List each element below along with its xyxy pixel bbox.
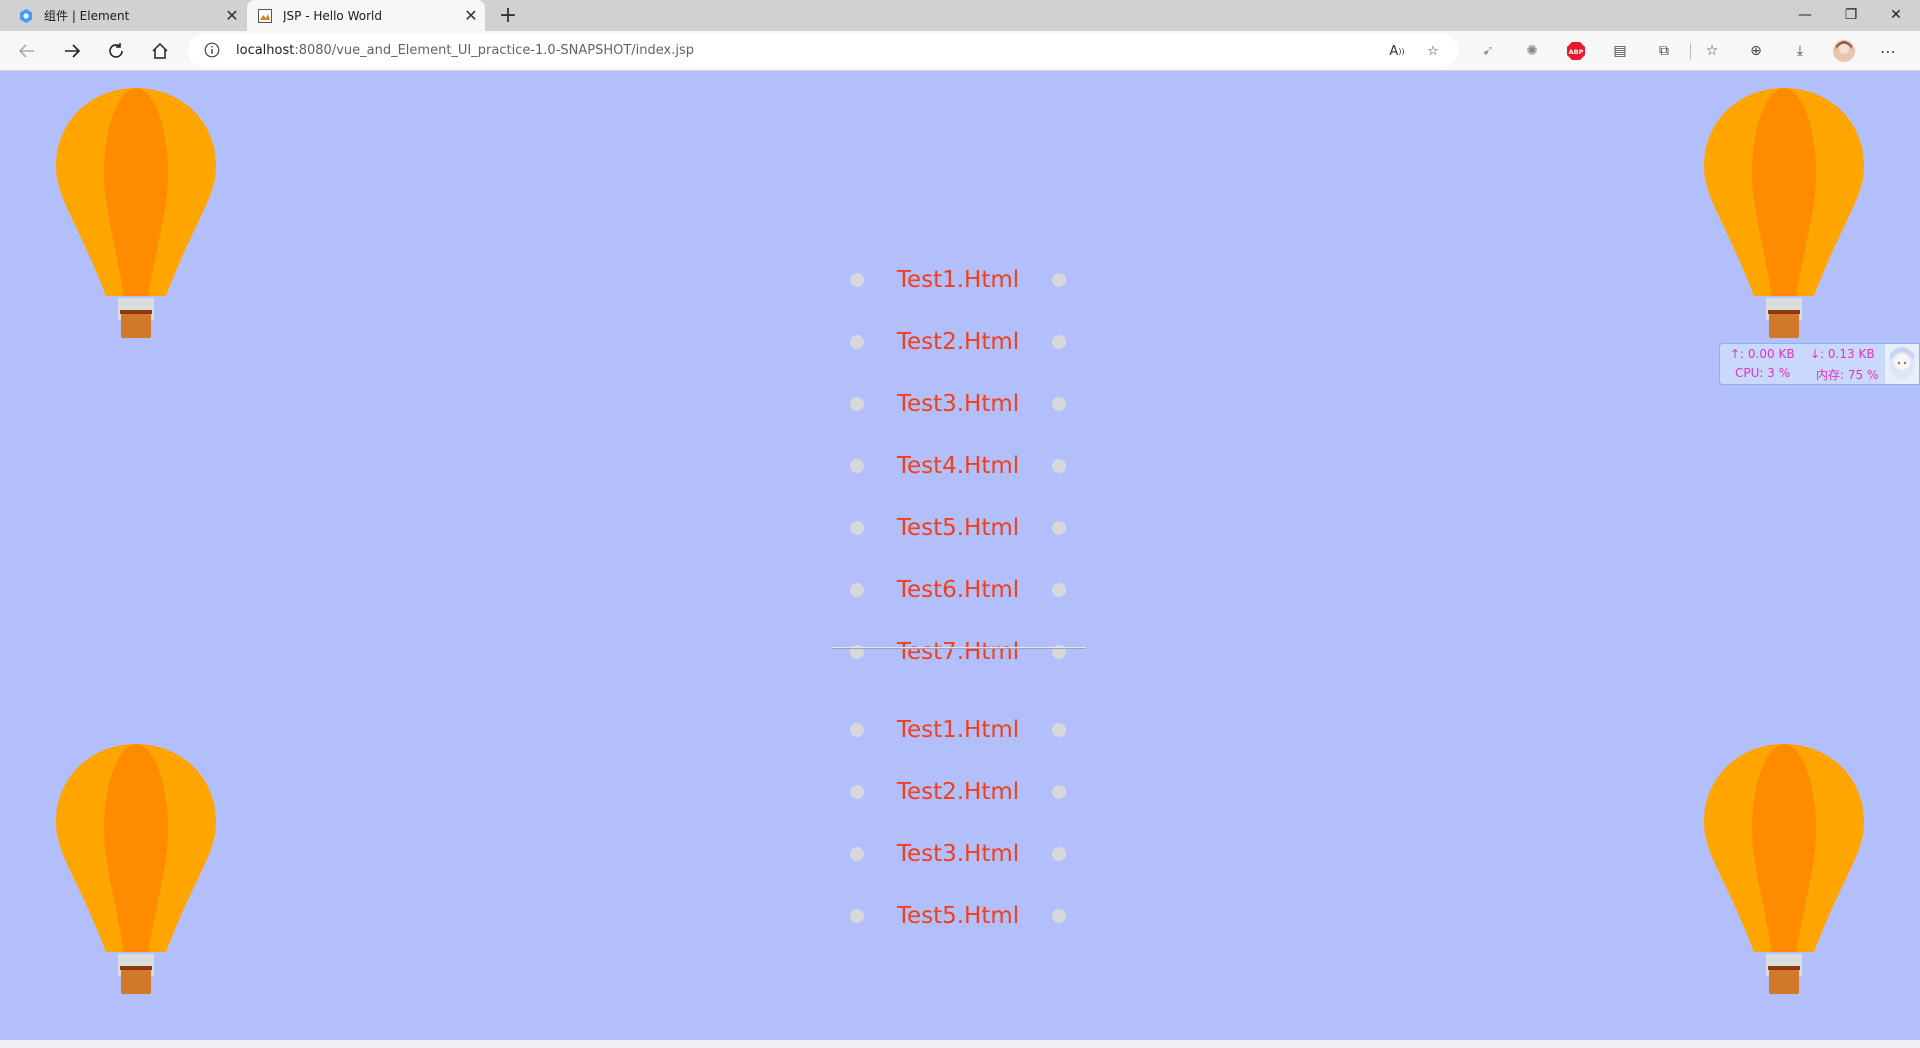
link-test2[interactable]: Test2.Html	[897, 779, 1019, 805]
toolbar-separator	[1690, 43, 1691, 59]
link-test5[interactable]: Test5.Html	[897, 903, 1019, 929]
bullet-dot	[1052, 335, 1066, 349]
bullet-dot	[850, 847, 864, 861]
list-item: Test3.Html	[830, 823, 1086, 885]
page-content: Test1.Html Test2.Html Test3.Html Test4.H…	[0, 71, 1920, 1040]
link-list-secondary: Test1.Html Test2.Html Test3.Html Test5.H…	[830, 699, 1086, 947]
close-tab-icon[interactable]: ✕	[218, 6, 246, 25]
arrow-left-icon	[18, 44, 34, 58]
hot-air-balloon-icon	[1704, 744, 1864, 994]
link-test5[interactable]: Test5.Html	[897, 515, 1019, 541]
profile-avatar[interactable]	[1832, 39, 1856, 63]
bullet-dot	[850, 335, 864, 349]
close-window-button[interactable]: ✕	[1874, 0, 1918, 31]
link-test4[interactable]: Test4.Html	[897, 453, 1019, 479]
bullet-dot	[1052, 847, 1066, 861]
info-icon[interactable]	[204, 42, 220, 58]
extension-notes-icon[interactable]: ▤	[1608, 39, 1632, 63]
list-item: Test1.Html	[830, 699, 1086, 761]
bullet-dot	[1052, 583, 1066, 597]
list-item: Test5.Html	[830, 497, 1086, 559]
tab-title: JSP - Hello World	[283, 8, 382, 23]
upload-speed: ↑: 0.00 KB	[1730, 347, 1795, 361]
bullet-dot	[1052, 723, 1066, 737]
cpu-usage: CPU: 3 %	[1735, 366, 1791, 380]
list-item: Test6.Html	[830, 559, 1086, 621]
list-item: Test4.Html	[830, 435, 1086, 497]
close-tab-icon[interactable]: ✕	[457, 6, 485, 25]
bullet-dot	[1052, 397, 1066, 411]
link-test6[interactable]: Test6.Html	[897, 577, 1019, 603]
extension-bird-icon[interactable]: ➹	[1476, 39, 1500, 63]
downloads-icon[interactable]: ⤓	[1788, 39, 1812, 63]
bullet-dot	[1052, 785, 1066, 799]
address-bar[interactable]: localhost:8080/vue_and_Element_UI_practi…	[188, 34, 1458, 67]
hot-air-balloon-icon	[1704, 88, 1864, 338]
collections-icon[interactable]: ⊕	[1744, 39, 1768, 63]
bullet-dot	[1052, 273, 1066, 287]
bullet-dot	[850, 459, 864, 473]
home-button[interactable]	[145, 36, 175, 66]
bullet-dot	[1052, 459, 1066, 473]
url-host: localhost	[236, 43, 295, 58]
bullet-dot	[850, 785, 864, 799]
link-test2[interactable]: Test2.Html	[897, 329, 1019, 355]
link-test3[interactable]: Test3.Html	[897, 391, 1019, 417]
extension-gear-icon[interactable]: ✺	[1520, 39, 1544, 63]
download-speed: ↓: 0.13 KB	[1810, 347, 1875, 361]
extensions-puzzle-icon[interactable]: ⧉	[1652, 39, 1676, 63]
url-path: :8080/vue_and_Element_UI_practice-1.0-SN…	[294, 43, 695, 58]
restore-button[interactable]: ❐	[1829, 0, 1873, 31]
url-text[interactable]: localhost:8080/vue_and_Element_UI_practi…	[236, 34, 694, 67]
more-menu-icon[interactable]: ⋯	[1876, 39, 1900, 63]
new-tab-button[interactable]: +	[494, 3, 522, 29]
forward-button[interactable]	[57, 36, 87, 66]
element-logo-icon	[18, 8, 34, 24]
bullet-dot	[850, 521, 864, 535]
back-button[interactable]	[12, 36, 42, 66]
tab-element[interactable]: 组件 | Element ✕	[0, 0, 246, 31]
link-test7[interactable]: Test7.Html	[897, 639, 1019, 665]
hot-air-balloon-icon	[56, 744, 216, 994]
add-favorite-icon[interactable]: ☆	[1422, 40, 1444, 62]
list-item: Test5.Html	[830, 885, 1086, 947]
bullet-dot	[1052, 521, 1066, 535]
hot-air-balloon-icon	[56, 88, 216, 338]
bullet-dot	[850, 273, 864, 287]
arrow-right-icon	[65, 44, 81, 58]
browser-toolbar: localhost:8080/vue_and_Element_UI_practi…	[0, 31, 1920, 71]
tab-strip: 组件 | Element ✕ JSP - Hello World ✕ + — ❐…	[0, 0, 1920, 31]
jsp-page-icon	[257, 8, 273, 24]
minimize-button[interactable]: —	[1783, 0, 1827, 31]
list-item: Test2.Html	[830, 311, 1086, 373]
link-test1[interactable]: Test1.Html	[897, 267, 1019, 293]
list-item: Test3.Html	[830, 373, 1086, 435]
refresh-icon	[109, 43, 123, 58]
section-divider	[832, 647, 1086, 649]
favorites-icon[interactable]: ☆	[1700, 39, 1724, 63]
memory-usage: 内存: 75 %	[1816, 368, 1879, 382]
read-aloud-icon[interactable]: A))	[1386, 40, 1408, 62]
anime-avatar-icon	[1885, 344, 1919, 384]
home-icon	[152, 42, 168, 59]
system-monitor-widget[interactable]: ↑: 0.00 KB ↓: 0.13 KB CPU: 3 % 内存: 75 %	[1719, 343, 1920, 385]
list-item: Test2.Html	[830, 761, 1086, 823]
link-test1[interactable]: Test1.Html	[897, 717, 1019, 743]
link-test3[interactable]: Test3.Html	[897, 841, 1019, 867]
svg-text:ABP: ABP	[1569, 48, 1584, 56]
tab-jsp-hello-world[interactable]: JSP - Hello World ✕	[247, 0, 485, 31]
bullet-dot	[850, 583, 864, 597]
bullet-dot	[1052, 909, 1066, 923]
tab-title: 组件 | Element	[44, 9, 130, 23]
bullet-dot	[850, 397, 864, 411]
bullet-dot	[850, 909, 864, 923]
list-item: Test7.Html	[830, 621, 1086, 683]
bullet-dot	[850, 723, 864, 737]
bottom-status-strip	[0, 1040, 1920, 1048]
refresh-button[interactable]	[101, 36, 131, 66]
adblock-icon[interactable]: ABP	[1564, 39, 1588, 63]
link-list-primary: Test1.Html Test2.Html Test3.Html Test4.H…	[830, 249, 1086, 683]
list-item: Test1.Html	[830, 249, 1086, 311]
